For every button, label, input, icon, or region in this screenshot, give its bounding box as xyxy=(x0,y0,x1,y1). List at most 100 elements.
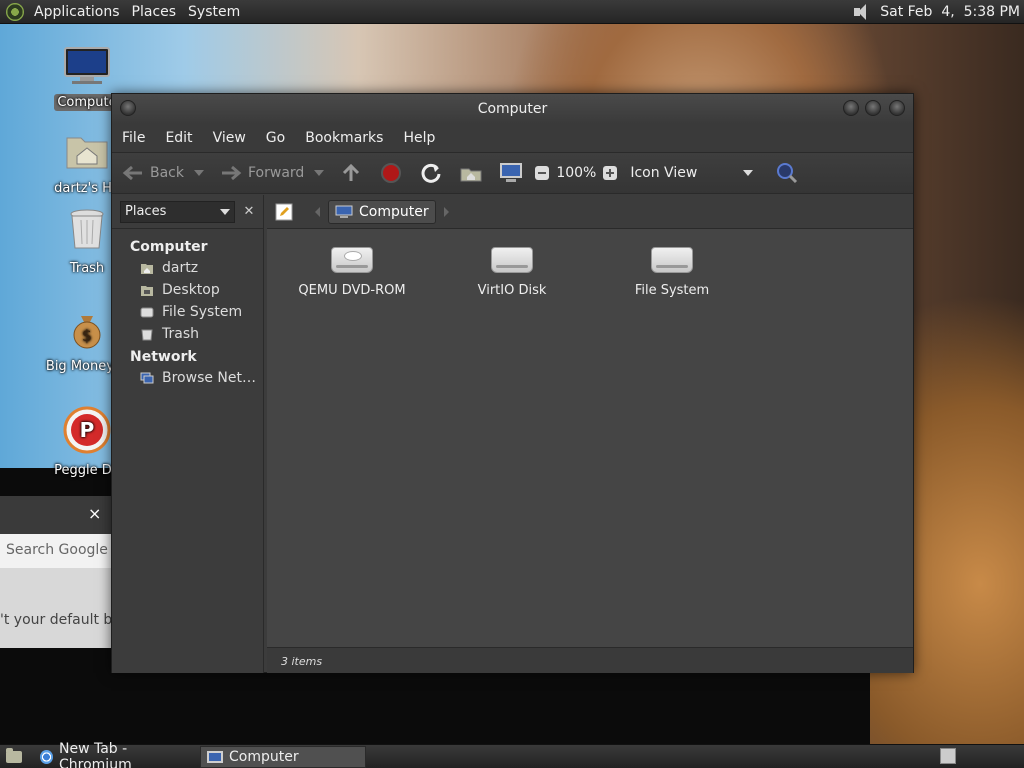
menu-help[interactable]: Help xyxy=(393,130,445,146)
menu-view[interactable]: View xyxy=(203,130,256,146)
money-bag-icon: $ xyxy=(73,316,101,349)
drive-icon xyxy=(140,307,154,318)
sidebar-selector-label: Places xyxy=(125,204,167,219)
view-mode-label: Icon View xyxy=(630,165,698,181)
system-tray: Sat Feb 4, 5:38 PM xyxy=(852,0,1020,24)
file-view: Computer QEMU DVD-ROM VirtIO Disk File S… xyxy=(267,195,913,673)
desktop-icon-label: Compute xyxy=(54,94,120,111)
path-scroll-right[interactable] xyxy=(443,206,449,217)
computer-icon[interactable] xyxy=(498,163,524,183)
window-menu-button[interactable] xyxy=(120,100,136,116)
minimize-button[interactable] xyxy=(843,100,859,116)
network-icon xyxy=(140,372,154,384)
zoom-in-icon[interactable] xyxy=(602,165,618,181)
sidebar-item-file-system[interactable]: File System xyxy=(112,301,263,323)
workspace-switcher[interactable] xyxy=(940,748,956,764)
file-item-virtio-disk[interactable]: VirtIO Disk xyxy=(442,247,582,298)
forward-history-dropdown[interactable] xyxy=(314,170,325,176)
taskbar-item-label: New Tab - Chromium xyxy=(59,740,132,768)
chevron-down-icon xyxy=(220,208,230,215)
sidebar: Places ✕ Computer dartz Desktop File Sys… xyxy=(112,195,264,673)
distro-logo-icon[interactable] xyxy=(6,2,24,21)
window-title: Computer xyxy=(477,101,548,117)
sidebar-section-network: Network xyxy=(130,349,197,365)
back-button[interactable]: Back xyxy=(122,164,184,182)
hard-disk-icon xyxy=(651,247,693,273)
maximize-button[interactable] xyxy=(865,100,881,116)
file-item-file-system[interactable]: File System xyxy=(602,247,742,298)
menu-edit[interactable]: Edit xyxy=(155,130,202,146)
menu-go[interactable]: Go xyxy=(256,130,295,146)
volume-icon[interactable] xyxy=(852,3,872,21)
window-titlebar[interactable]: Computer xyxy=(112,94,913,124)
zoom-out-icon[interactable] xyxy=(534,165,550,181)
close-icon[interactable]: × xyxy=(88,504,101,523)
file-item-label: VirtIO Disk xyxy=(477,283,547,298)
toolbar: Back Forward 100% Icon View xyxy=(112,152,913,194)
breadcrumb[interactable]: Computer xyxy=(328,199,436,224)
close-button[interactable] xyxy=(889,100,905,116)
sidebar-item-label: Desktop xyxy=(162,282,220,298)
location-bar: Computer xyxy=(267,195,913,229)
sidebar-item-label: File System xyxy=(162,304,243,320)
sidebar-item-trash[interactable]: Trash xyxy=(112,323,263,345)
sidebar-item-browse-network[interactable]: Browse Net… xyxy=(112,367,263,389)
clock[interactable]: Sat Feb 4, 5:38 PM xyxy=(880,4,1020,20)
search-input[interactable]: Search Google or xyxy=(0,534,112,568)
up-arrow-icon[interactable] xyxy=(340,163,362,183)
show-desktop-icon xyxy=(6,747,22,763)
file-item-label: File System xyxy=(634,283,710,298)
places-tree: Computer dartz Desktop File System Trash… xyxy=(112,229,263,395)
file-manager-window: Computer File Edit View Go Bookmarks Hel… xyxy=(111,93,914,673)
view-mode-dropdown-icon[interactable] xyxy=(743,170,754,176)
svg-text:P: P xyxy=(80,418,95,442)
default-browser-notice: 't your default bro xyxy=(0,612,112,628)
sidebar-item-dartz[interactable]: dartz xyxy=(112,257,263,279)
show-desktop-button[interactable] xyxy=(0,746,34,768)
sidebar-section-computer: Computer xyxy=(130,239,208,255)
trash-icon xyxy=(141,329,153,341)
taskbar-item-chromium[interactable]: New Tab - Chromium xyxy=(34,741,200,768)
system-menu[interactable]: System xyxy=(182,4,246,20)
edit-location-icon[interactable] xyxy=(275,203,293,221)
sidebar-item-label: Browse Net… xyxy=(162,370,257,386)
back-label: Back xyxy=(150,165,184,181)
places-menu[interactable]: Places xyxy=(126,4,183,20)
computer-icon xyxy=(335,205,353,218)
home-icon[interactable] xyxy=(458,163,484,183)
top-panel: Applications Places System Sat Feb 4, 5:… xyxy=(0,0,1024,24)
sidebar-item-label: Trash xyxy=(162,326,199,342)
sidebar-close-icon[interactable]: ✕ xyxy=(239,204,259,219)
back-history-dropdown[interactable] xyxy=(194,170,204,176)
home-folder-icon xyxy=(66,137,108,169)
peggle-icon: P xyxy=(63,406,111,454)
svg-text:$: $ xyxy=(82,326,92,345)
computer-icon xyxy=(64,47,110,84)
menu-bookmarks[interactable]: Bookmarks xyxy=(295,130,393,146)
file-item-qemu-dvd-rom[interactable]: QEMU DVD-ROM xyxy=(282,247,422,298)
reload-icon[interactable] xyxy=(418,162,444,184)
taskbar-item-label: Computer xyxy=(229,748,299,765)
applications-menu[interactable]: Applications xyxy=(28,4,126,20)
desktop-icon-label: Trash xyxy=(69,261,105,276)
search-icon[interactable] xyxy=(775,161,799,185)
breadcrumb-label: Computer xyxy=(359,203,429,220)
zoom-level[interactable]: 100% xyxy=(556,165,596,181)
status-bar: 3 items xyxy=(267,647,913,673)
forward-button[interactable]: Forward xyxy=(220,164,304,182)
menu-file[interactable]: File xyxy=(112,130,155,146)
sidebar-item-label: dartz xyxy=(162,260,199,276)
computer-icon xyxy=(207,750,223,763)
hard-disk-icon xyxy=(491,247,533,273)
back-arrow-icon xyxy=(122,165,142,181)
taskbar-item-computer[interactable]: Computer xyxy=(200,745,366,768)
view-mode-select[interactable]: Icon View xyxy=(630,165,697,181)
home-folder-icon xyxy=(141,264,153,274)
sidebar-header: Places ✕ xyxy=(112,195,263,229)
path-scroll-left[interactable] xyxy=(315,206,320,217)
trash-icon xyxy=(70,209,104,249)
sidebar-item-desktop[interactable]: Desktop xyxy=(112,279,263,301)
chromium-icon xyxy=(40,749,53,764)
stop-icon[interactable] xyxy=(378,162,404,184)
sidebar-selector[interactable]: Places xyxy=(120,200,235,223)
